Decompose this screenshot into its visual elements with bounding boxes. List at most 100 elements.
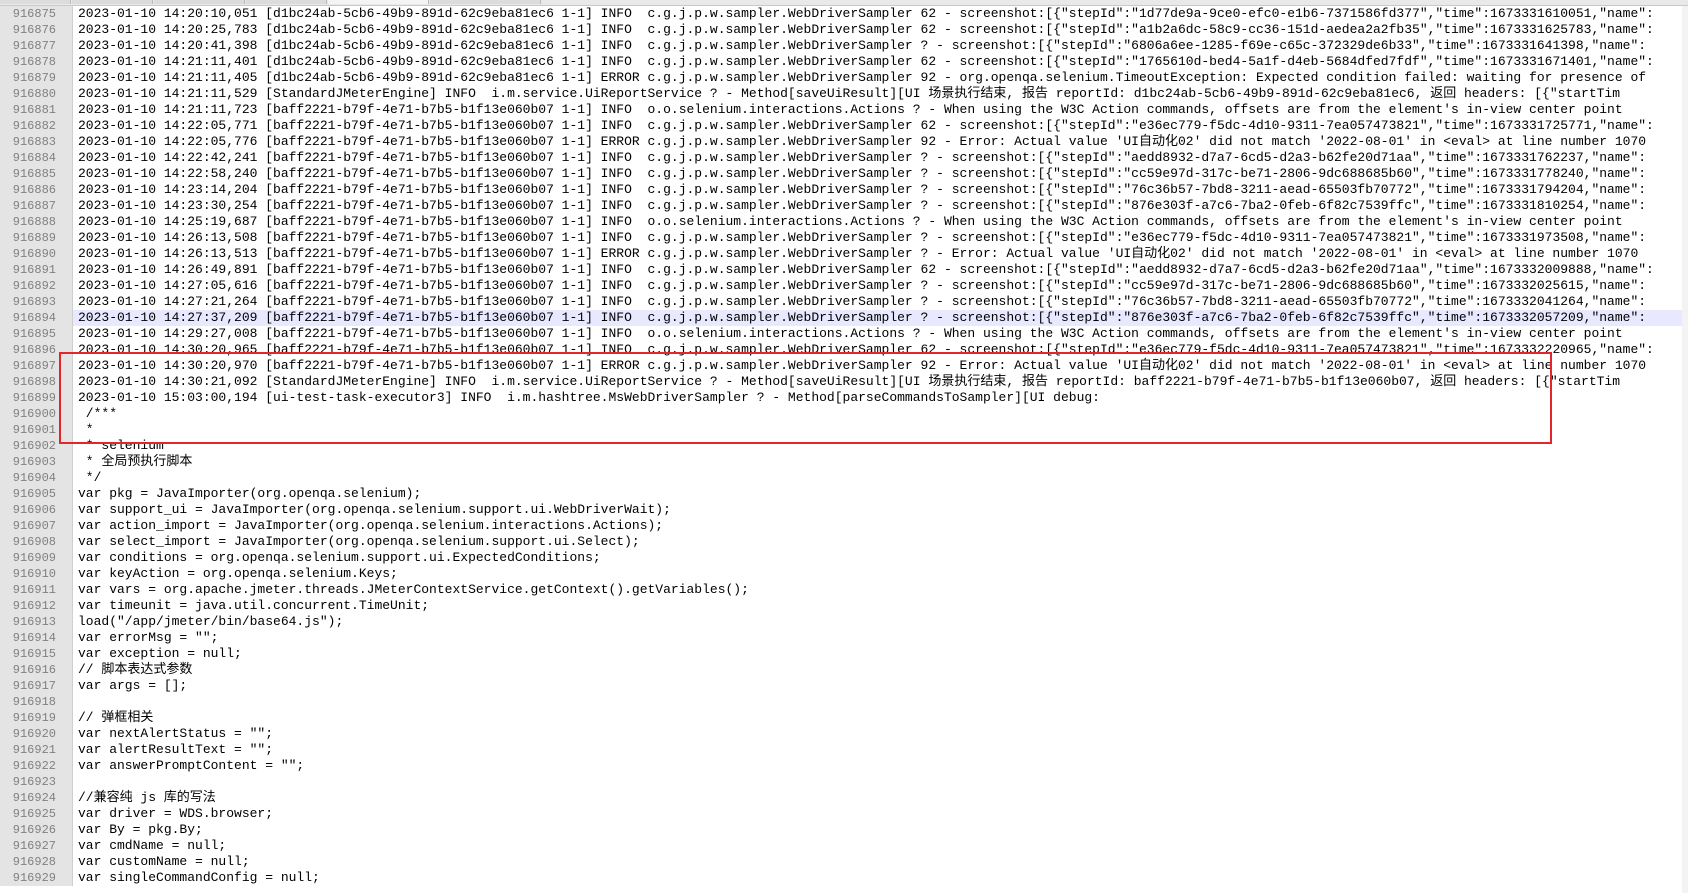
editor-line[interactable]: 916906 var support_ui = JavaImporter(org.…: [0, 502, 1688, 518]
editor-line[interactable]: 916889 2023-01-10 14:26:13,508 [baff2221-…: [0, 230, 1688, 246]
line-number: 916912: [0, 598, 73, 614]
editor-line[interactable]: 916881 2023-01-10 14:21:11,723 [baff2221-…: [0, 102, 1688, 118]
editor-line[interactable]: 916903 * 全局预执行脚本: [0, 454, 1688, 470]
line-text: var support_ui = JavaImporter(org.openqa…: [78, 502, 671, 517]
editor-line[interactable]: 916914 var errorMsg = "";: [0, 630, 1688, 646]
line-number: 916885: [0, 166, 73, 182]
editor-line[interactable]: 916926 var By = pkg.By;: [0, 822, 1688, 838]
editor-line[interactable]: 916886 2023-01-10 14:23:14,204 [baff2221-…: [0, 182, 1688, 198]
editor-line[interactable]: 916884 2023-01-10 14:22:42,241 [baff2221-…: [0, 150, 1688, 166]
current-line[interactable]: 916894 2023-01-10 14:27:37,209 [baff2221-…: [0, 310, 1688, 326]
editor-line[interactable]: 916921 var alertResultText = "";: [0, 742, 1688, 758]
editor-line[interactable]: 916876 2023-01-10 14:20:25,783 [d1bc24ab-…: [0, 22, 1688, 38]
editor-line[interactable]: 916887 2023-01-10 14:23:30,254 [baff2221-…: [0, 198, 1688, 214]
editor-line[interactable]: 916890 2023-01-10 14:26:13,513 [baff2221-…: [0, 246, 1688, 262]
editor-line[interactable]: 916913 load("/app/jmeter/bin/base64.js");: [0, 614, 1688, 630]
line-number: 916907: [0, 518, 73, 534]
line-number: 916918: [0, 694, 73, 710]
line-number: 916884: [0, 150, 73, 166]
line-number-text: 916921: [12, 743, 56, 757]
line-text: *: [78, 422, 94, 437]
line-text: var exception = null;: [78, 646, 242, 661]
editor-tab[interactable]: [246, 0, 327, 4]
editor-tab-active[interactable]: [328, 0, 429, 4]
line-number-text: 916892: [12, 279, 56, 293]
line-number-text: 916907: [12, 519, 56, 533]
editor-line[interactable]: 916900 /***: [0, 406, 1688, 422]
editor-line[interactable]: 916897 2023-01-10 14:30:20,970 [baff2221-…: [0, 358, 1688, 374]
line-number-text: 916908: [12, 535, 56, 549]
editor-line[interactable]: 916909 var conditions = org.openqa.seleni…: [0, 550, 1688, 566]
line-number: 916917: [0, 678, 73, 694]
line-text: var errorMsg = "";: [78, 630, 219, 645]
editor-line[interactable]: 916877 2023-01-10 14:20:41,398 [d1bc24ab-…: [0, 38, 1688, 54]
log-text-editor[interactable]: 916875 2023-01-10 14:20:10,051 [d1bc24ab-…: [0, 6, 1688, 893]
editor-line[interactable]: 916916 // 脚本表达式参数: [0, 662, 1688, 678]
editor-line[interactable]: 916882 2023-01-10 14:22:05,771 [baff2221-…: [0, 118, 1688, 134]
editor-line[interactable]: 916927 var cmdName = null;: [0, 838, 1688, 854]
line-number: 916890: [0, 246, 73, 262]
line-number-text: 916906: [12, 503, 56, 517]
line-number-text: 916898: [12, 375, 56, 389]
editor-line[interactable]: 916922 var answerPromptContent = "";: [0, 758, 1688, 774]
editor-line[interactable]: 916895 2023-01-10 14:29:27,008 [baff2221-…: [0, 326, 1688, 342]
line-number-text: 916899: [12, 391, 56, 405]
editor-line[interactable]: 916929 var singleCommandConfig = null;: [0, 870, 1688, 886]
editor-tab[interactable]: [72, 0, 153, 4]
editor-tab[interactable]: [154, 0, 245, 4]
line-text: var cmdName = null;: [78, 838, 227, 853]
editor-line[interactable]: 916879 2023-01-10 14:21:11,405 [d1bc24ab-…: [0, 70, 1688, 86]
line-text: 2023-01-10 14:21:11,405 [d1bc24ab-5cb6-4…: [78, 70, 1647, 85]
editor-line[interactable]: 916896 2023-01-10 14:30:20,965 [baff2221-…: [0, 342, 1688, 358]
line-text: 2023-01-10 14:22:05,771 [baff2221-b79f-4…: [78, 118, 1654, 133]
editor-line[interactable]: 916891 2023-01-10 14:26:49,891 [baff2221-…: [0, 262, 1688, 278]
editor-line[interactable]: 916919 // 弹框相关: [0, 710, 1688, 726]
editor-line[interactable]: 916924 //兼容纯 js 库的写法: [0, 790, 1688, 806]
line-number-text: 916900: [12, 407, 56, 421]
editor-line[interactable]: 916899 2023-01-10 15:03:00,194 [ui-test-t…: [0, 390, 1688, 406]
editor-line[interactable]: 916907 var action_import = JavaImporter(o…: [0, 518, 1688, 534]
editor-line[interactable]: 916902 * selenium: [0, 438, 1688, 454]
vertical-scrollbar[interactable]: [1682, 6, 1688, 893]
editor-line[interactable]: 916912 var timeunit = java.util.concurren…: [0, 598, 1688, 614]
editor-line[interactable]: 916920 var nextAlertStatus = "";: [0, 726, 1688, 742]
editor-line[interactable]: 916892 2023-01-10 14:27:05,616 [baff2221-…: [0, 278, 1688, 294]
line-text: 2023-01-10 14:20:25,783 [d1bc24ab-5cb6-4…: [78, 22, 1654, 37]
editor-line[interactable]: 916915 var exception = null;: [0, 646, 1688, 662]
editor-line[interactable]: 916875 2023-01-10 14:20:10,051 [d1bc24ab-…: [0, 6, 1688, 22]
line-text: * selenium: [78, 438, 164, 453]
editor-line[interactable]: 916905 var pkg = JavaImporter(org.openqa.…: [0, 486, 1688, 502]
line-text: 2023-01-10 14:20:10,051 [d1bc24ab-5cb6-4…: [78, 6, 1654, 21]
editor-line[interactable]: 916918: [0, 694, 1688, 710]
editor-line[interactable]: 916893 2023-01-10 14:27:21,264 [baff2221-…: [0, 294, 1688, 310]
editor-tab[interactable]: [430, 0, 541, 4]
editor-line[interactable]: 916885 2023-01-10 14:22:58,240 [baff2221-…: [0, 166, 1688, 182]
editor-line[interactable]: 916910 var keyAction = org.openqa.seleniu…: [0, 566, 1688, 582]
line-number-text: 916926: [12, 823, 56, 837]
line-number: 916927: [0, 838, 73, 854]
line-number: 916916: [0, 662, 73, 678]
line-number-text: 916882: [12, 119, 56, 133]
line-number-text: 916890: [12, 247, 56, 261]
line-text: 2023-01-10 14:23:30,254 [baff2221-b79f-4…: [78, 198, 1647, 213]
editor-line[interactable]: 916908 var select_import = JavaImporter(o…: [0, 534, 1688, 550]
line-text: var driver = WDS.browser;: [78, 806, 274, 821]
editor-line[interactable]: 916878 2023-01-10 14:21:11,401 [d1bc24ab-…: [0, 54, 1688, 70]
editor-tab[interactable]: [0, 0, 71, 4]
editor-line[interactable]: 916901 *: [0, 422, 1688, 438]
editor-line[interactable]: 916911 var vars = org.apache.jmeter.threa…: [0, 582, 1688, 598]
editor-line[interactable]: 916898 2023-01-10 14:30:21,092 [StandardJ…: [0, 374, 1688, 390]
editor-line[interactable]: 916888 2023-01-10 14:25:19,687 [baff2221-…: [0, 214, 1688, 230]
editor-line[interactable]: 916917 var args = [];: [0, 678, 1688, 694]
editor-line[interactable]: 916928 var customName = null;: [0, 854, 1688, 870]
editor-line[interactable]: 916880 2023-01-10 14:21:11,529 [StandardJ…: [0, 86, 1688, 102]
editor-line[interactable]: 916883 2023-01-10 14:22:05,776 [baff2221-…: [0, 134, 1688, 150]
editor-line[interactable]: 916925 var driver = WDS.browser;: [0, 806, 1688, 822]
editor-line[interactable]: 916923: [0, 774, 1688, 790]
line-text: var select_import = JavaImporter(org.ope…: [78, 534, 640, 549]
editor-line[interactable]: 916904 */: [0, 470, 1688, 486]
line-text: 2023-01-10 14:30:20,970 [baff2221-b79f-4…: [78, 358, 1647, 373]
line-number: 916902: [0, 438, 73, 454]
line-number: 916895: [0, 326, 73, 342]
line-number-text: 916880: [12, 87, 56, 101]
